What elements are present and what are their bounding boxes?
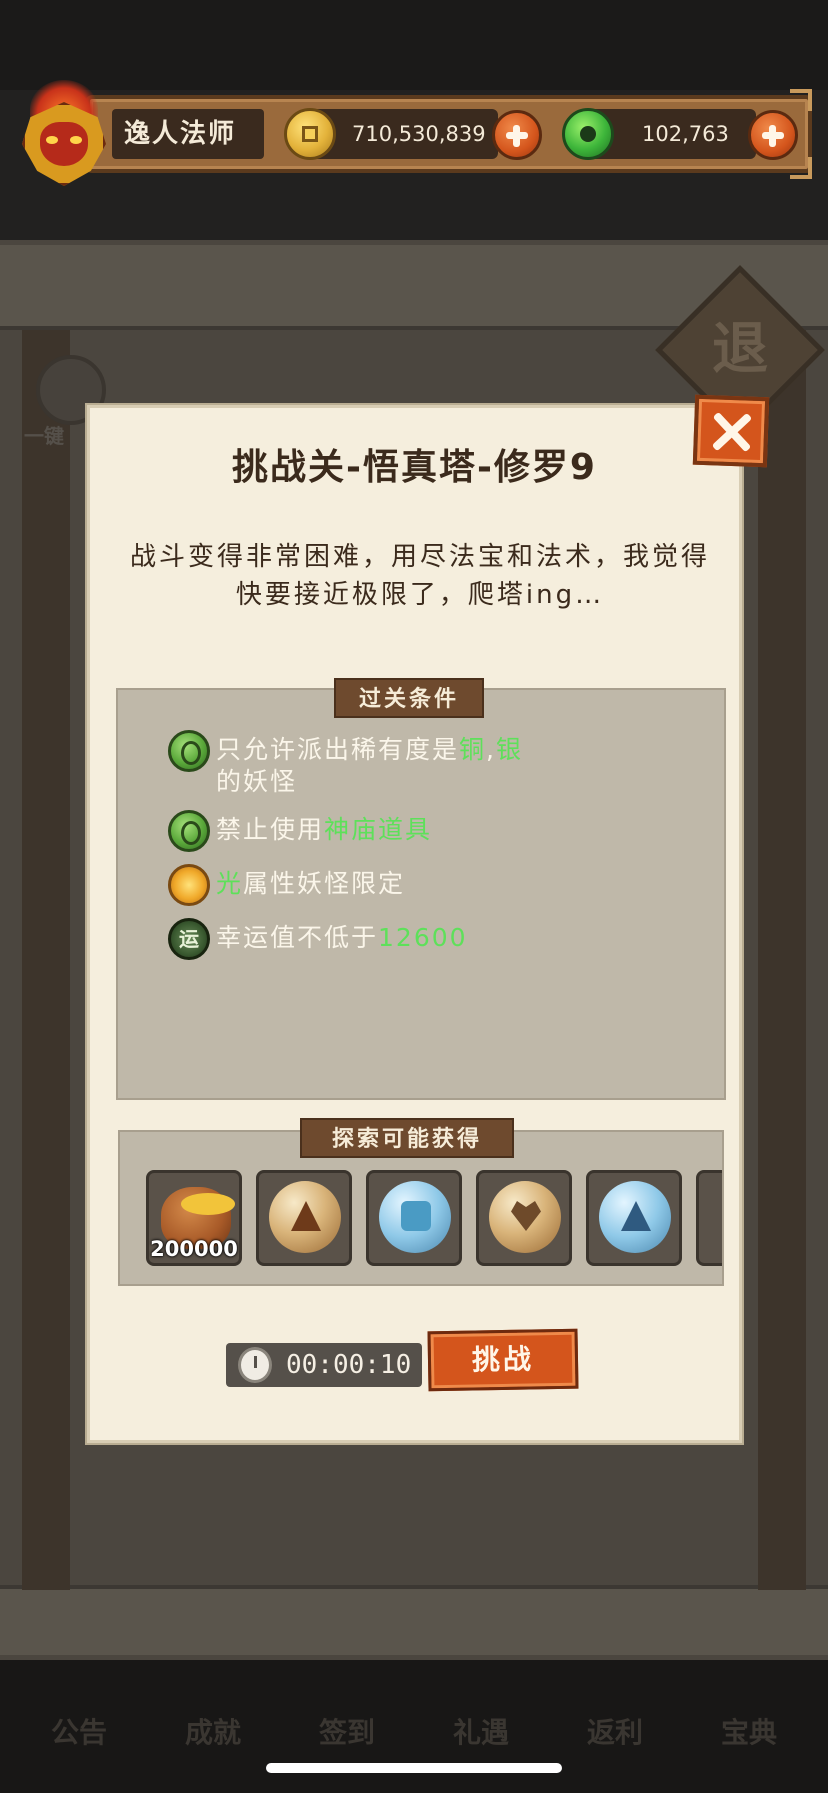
player-name: 逸人法师 <box>112 109 264 159</box>
challenge-dialog: 挑战关-悟真塔-修罗9 战斗变得非常困难，用尽法宝和法术，我觉得快要接近极限了，… <box>87 405 742 1443</box>
jade-amount: 102,763 <box>642 122 729 146</box>
eye-pyramid-orb-icon <box>599 1181 671 1253</box>
add-jade-button[interactable] <box>748 110 798 160</box>
background-frame-right <box>758 330 806 1590</box>
dialog-description: 战斗变得非常困难，用尽法宝和法术，我觉得快要接近极限了，爬塔ing… <box>130 542 711 610</box>
sun-icon <box>168 864 210 906</box>
condition-item: 禁止使用神庙道具 <box>168 810 688 852</box>
condition-item: 光属性妖怪限定 <box>168 864 688 906</box>
stopwatch-icon <box>238 1347 272 1383</box>
reward-item[interactable] <box>586 1170 682 1266</box>
condition-text: 禁止使用神庙道具 <box>216 815 433 844</box>
condition-text: 光属性妖怪限定 <box>216 869 406 898</box>
menu-tab-gifts[interactable]: 礼遇 <box>422 1665 540 1765</box>
reward-item[interactable]: 200000 <box>146 1170 242 1266</box>
puzzle-orb-icon <box>379 1181 451 1253</box>
menu-tab-achievement[interactable]: 成就 <box>154 1665 272 1765</box>
add-gold-button[interactable] <box>492 110 542 160</box>
triangle-rune-orb-icon <box>269 1181 341 1253</box>
gold-coin-icon <box>284 108 336 160</box>
player-avatar[interactable] <box>8 80 120 192</box>
mask-eye <box>46 136 58 144</box>
reward-item-partial[interactable] <box>696 1170 722 1266</box>
retreat-label: 退 <box>712 317 768 382</box>
countdown-timer: 00:00:10 <box>286 1350 412 1380</box>
reward-quantity: 200000 <box>150 1237 238 1261</box>
heart-rune-orb-icon <box>489 1181 561 1253</box>
background-clouds <box>0 0 828 90</box>
background-scroll-bottom-roller <box>0 1585 828 1655</box>
challenge-button[interactable]: 挑战 <box>427 1328 579 1392</box>
one-key-label: 一键 <box>24 424 64 448</box>
reward-item[interactable] <box>366 1170 462 1266</box>
rewards-tag: 探索可能获得 <box>300 1118 514 1158</box>
conditions-panel: 过关条件 只允许派出稀有度是铜,银 的妖怪 禁止使用神庙道具 光属性妖怪限定 运 … <box>116 678 726 1100</box>
luck-icon: 运 <box>168 918 210 960</box>
green-gem-icon <box>168 810 210 852</box>
menu-tab-rebate[interactable]: 返利 <box>556 1665 674 1765</box>
mask-face <box>40 122 88 166</box>
conditions-tag: 过关条件 <box>334 678 484 718</box>
condition-item: 运 幸运值不低于12600 <box>168 918 688 960</box>
menu-tab-announcement[interactable]: 公告 <box>20 1665 138 1765</box>
dialog-title: 挑战关-悟真塔-修罗9 <box>232 447 597 488</box>
condition-text: 只允许派出稀有度是铜,银 的妖怪 <box>216 735 523 796</box>
condition-text: 幸运值不低于12600 <box>216 923 468 952</box>
bottom-menu: 公告 成就 签到 礼遇 返利 宝典 <box>20 1665 808 1770</box>
green-gem-icon <box>168 730 210 772</box>
close-icon[interactable] <box>692 394 770 468</box>
mask-eye <box>70 136 82 144</box>
home-indicator[interactable] <box>266 1763 562 1773</box>
rewards-list: 200000 <box>146 1170 722 1270</box>
menu-tab-guide[interactable]: 宝典 <box>690 1665 808 1765</box>
reward-item[interactable] <box>256 1170 352 1266</box>
menu-tab-checkin[interactable]: 签到 <box>288 1665 406 1765</box>
jade-coin-icon <box>562 108 614 160</box>
background-frame-left <box>22 330 70 1590</box>
gold-amount: 710,530,839 <box>352 122 486 146</box>
condition-item: 只允许派出稀有度是铜,银 的妖怪 <box>168 730 688 798</box>
bar-corner-ornament <box>790 157 812 179</box>
conditions-list: 只允许派出稀有度是铜,银 的妖怪 禁止使用神庙道具 光属性妖怪限定 运 幸运值不低… <box>168 730 688 972</box>
reward-item[interactable] <box>476 1170 572 1266</box>
bar-corner-ornament <box>790 89 812 111</box>
